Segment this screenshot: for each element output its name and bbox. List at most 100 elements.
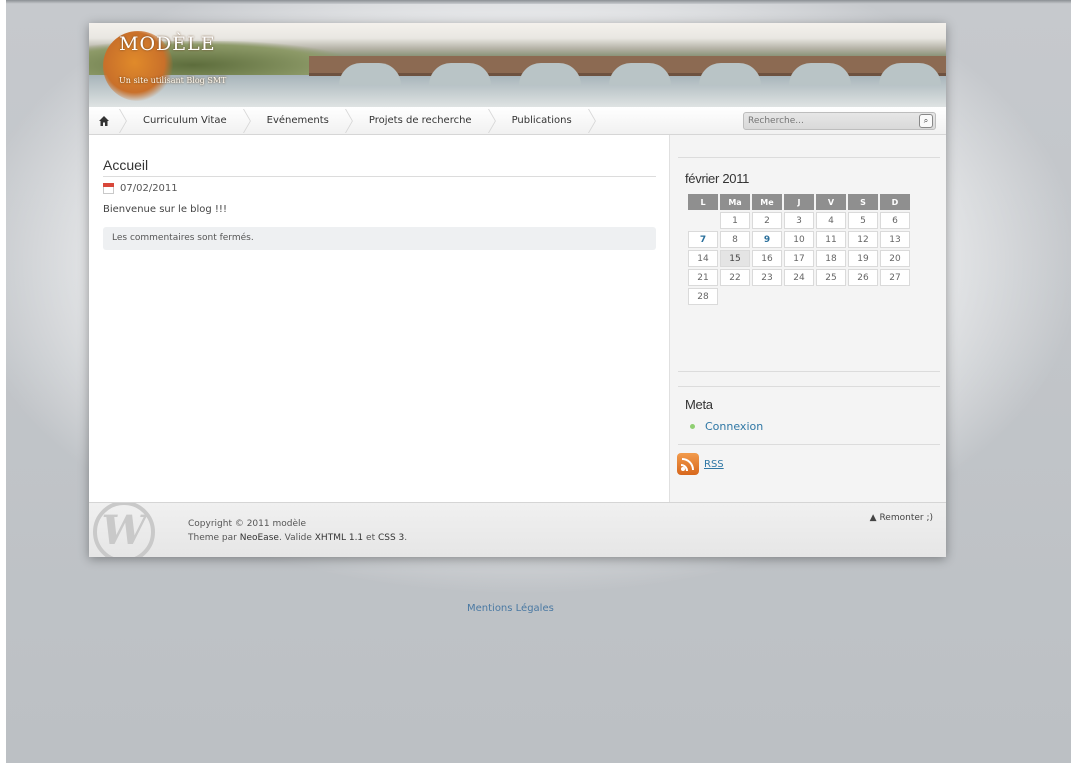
meta-title: Meta — [685, 397, 713, 412]
search-icon[interactable]: ⌕ — [919, 114, 933, 128]
calendar-day: 4 — [816, 212, 846, 229]
calendar-empty-cell — [880, 288, 910, 305]
calendar-day: 18 — [816, 250, 846, 267]
post-title[interactable]: Accueil — [103, 157, 656, 177]
footer: W Copyright © 2011 modèle Theme par NeoE… — [89, 502, 946, 557]
post-date-text: 07/02/2011 — [120, 183, 178, 194]
search-input[interactable] — [744, 113, 919, 129]
sidebar-divider — [678, 371, 940, 372]
calendar-day: 1 — [720, 212, 750, 229]
back-to-top-link[interactable]: ▲ Remonter ;) — [870, 513, 933, 523]
calendar-day: 10 — [784, 231, 814, 248]
site-subtitle: Un site utilisant Blog SMT — [119, 76, 227, 85]
calendar-empty-cell — [784, 288, 814, 305]
wordpress-logo-icon: W — [93, 503, 155, 557]
calendar-weekday: Ma — [720, 194, 750, 210]
calendar-week-row: 21 22 23 24 25 26 27 — [688, 269, 910, 286]
header-banner[interactable]: MODÈLE Un site utilisant Blog SMT — [89, 23, 946, 107]
calendar-day: 21 — [688, 269, 718, 286]
banner-arch — [339, 63, 401, 85]
meta-item-connexion[interactable]: Connexion — [690, 420, 763, 433]
calendar: L Ma Me J V S D 1 2 3 4 5 6 7 8 9 10 11 12 13 14 15 16 1… — [686, 192, 912, 307]
calendar-day: 24 — [784, 269, 814, 286]
css-link[interactable]: CSS 3 — [378, 533, 404, 543]
calendar-day: 27 — [880, 269, 910, 286]
calendar-days: 1 2 3 4 5 6 7 8 9 10 11 12 13 14 15 16 17 18 19 20 21 22 23 24 2… — [688, 212, 910, 305]
xhtml-link[interactable]: XHTML 1.1 — [315, 533, 363, 543]
calendar-weekday: V — [816, 194, 846, 210]
calendar-week-row: 7 8 9 10 11 12 13 — [688, 231, 910, 248]
calendar-empty-cell — [816, 288, 846, 305]
calendar-week-row: 123456 — [688, 212, 910, 229]
sidebar: février 2011 L Ma Me J V S D 1 2 3 4 5 6 7 8 9 10… — [669, 135, 946, 502]
calendar-empty-cell — [720, 288, 750, 305]
legal-notice-link[interactable]: Mentions Légales — [467, 603, 554, 614]
calendar-weekday-row: L Ma Me J V S D — [688, 194, 910, 210]
calendar-day: 16 — [752, 250, 782, 267]
calendar-empty-cell — [688, 212, 718, 229]
rss-icon-dot — [681, 467, 685, 471]
meta-item-label[interactable]: Connexion — [705, 420, 763, 433]
main-content: Accueil 07/02/2011 Bienvenue sur le blog… — [103, 157, 656, 250]
sidebar-divider — [678, 444, 940, 445]
nav-separator — [488, 107, 496, 135]
bullet-icon — [690, 424, 695, 429]
calendar-week-row: 14 15 16 17 18 19 20 — [688, 250, 910, 267]
banner-arch — [699, 63, 761, 85]
calendar-week-row: 28 — [688, 288, 910, 305]
calendar-day: 25 — [816, 269, 846, 286]
calendar-day: 6 — [880, 212, 910, 229]
calendar-day: 28 — [688, 288, 718, 305]
banner-arch — [519, 63, 581, 85]
calendar-day: 13 — [880, 231, 910, 248]
copyright: Copyright © 2011 modèle Theme par NeoEas… — [188, 517, 407, 545]
nav-item-projets-de-recherche[interactable]: Projets de recherche — [353, 107, 488, 135]
calendar-weekday: S — [848, 194, 878, 210]
calendar-day: 22 — [720, 269, 750, 286]
site-container: MODÈLE Un site utilisant Blog SMT Curric… — [89, 23, 946, 557]
calendar-day: 15 — [720, 250, 750, 267]
calendar-day: 20 — [880, 250, 910, 267]
search-box: ⌕ — [743, 112, 936, 130]
calendar-day: 17 — [784, 250, 814, 267]
calendar-day: 26 — [848, 269, 878, 286]
home-icon[interactable] — [89, 107, 119, 135]
calendar-day: 14 — [688, 250, 718, 267]
calendar-day: 2 — [752, 212, 782, 229]
nav-item-curriculum-vitae[interactable]: Curriculum Vitae — [127, 107, 243, 135]
theme-author-link[interactable]: NeoEase — [240, 533, 279, 543]
valid-prefix: . Valide — [278, 533, 312, 543]
calendar-weekday: J — [784, 194, 814, 210]
calendar-day-link[interactable]: 9 — [752, 231, 782, 248]
rss-label[interactable]: RSS — [704, 459, 724, 470]
rss-link[interactable]: RSS — [677, 453, 724, 475]
calendar-empty-cell — [752, 288, 782, 305]
sidebar-divider — [678, 386, 940, 387]
nav-separator — [119, 107, 127, 135]
copyright-text: Copyright © 2011 modèle — [188, 519, 307, 529]
calendar-day: 3 — [784, 212, 814, 229]
calendar-day: 23 — [752, 269, 782, 286]
banner-arch — [609, 63, 671, 85]
calendar-day: 19 — [848, 250, 878, 267]
calendar-day-link[interactable]: 7 — [688, 231, 718, 248]
nav-separator — [243, 107, 251, 135]
calendar-weekday: L — [688, 194, 718, 210]
banner-arch — [879, 63, 941, 85]
theme-prefix: Theme par — [188, 533, 237, 543]
calendar-empty-cell — [848, 288, 878, 305]
calendar-day: 12 — [848, 231, 878, 248]
nav-item-evenements[interactable]: Evénements — [251, 107, 345, 135]
calendar-weekday: D — [880, 194, 910, 210]
and-text: et — [366, 533, 376, 543]
main-nav: Curriculum Vitae Evénements Projets de r… — [89, 107, 946, 135]
banner-arch — [789, 63, 851, 85]
site-title[interactable]: MODÈLE — [119, 33, 216, 55]
sidebar-divider — [678, 157, 940, 158]
meta-list: Connexion — [690, 420, 763, 433]
post-date: 07/02/2011 — [103, 183, 656, 194]
nav-separator — [345, 107, 353, 135]
nav-item-publications[interactable]: Publications — [496, 107, 588, 135]
calendar-day: 8 — [720, 231, 750, 248]
rss-icon[interactable] — [677, 453, 699, 475]
